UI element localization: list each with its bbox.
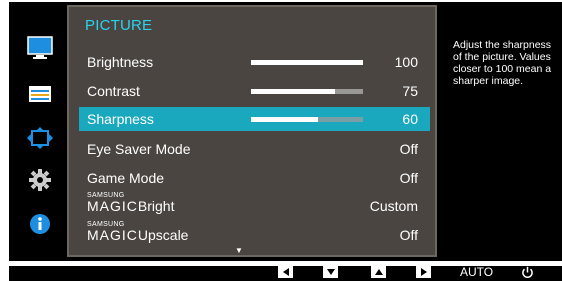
menu-item-value: Custom	[369, 198, 418, 214]
down-arrow-key-icon[interactable]	[323, 266, 338, 278]
key-guide-bar: AUTO	[9, 265, 562, 281]
menu-item-magic-upscale[interactable]: SAMSUNG MAGIC Upscale Off	[79, 221, 430, 247]
help-panel: Adjust the sharpness of the picture. Val…	[439, 5, 562, 257]
menu-item-label: Eye Saver Mode	[87, 141, 191, 157]
help-text: Adjust the sharpness of the picture. Val…	[453, 39, 552, 87]
menu-item-value: 75	[402, 83, 418, 99]
menu-item-eye-saver-mode[interactable]: Eye Saver Mode Off	[79, 137, 430, 161]
samsung-magic-logo: SAMSUNG MAGIC	[87, 192, 138, 214]
category-rail	[9, 2, 66, 261]
sharpness-slider[interactable]	[251, 117, 363, 122]
slider-fill	[251, 60, 363, 65]
information-icon[interactable]	[25, 212, 55, 236]
menu-title: PICTURE	[85, 17, 153, 34]
auto-key-label[interactable]: AUTO	[460, 265, 493, 279]
menu-item-value: 60	[402, 111, 418, 127]
power-icon[interactable]	[520, 265, 534, 279]
menu-item-game-mode[interactable]: Game Mode Off	[79, 166, 430, 190]
menu-item-value: Off	[399, 227, 418, 243]
picture-menu-panel: PICTURE Brightness 100 Contrast 75 Sharp…	[67, 5, 437, 257]
menu-item-contrast[interactable]: Contrast 75	[79, 79, 430, 103]
menu-item-value: Off	[399, 170, 418, 186]
up-arrow-key-icon[interactable]	[371, 266, 386, 278]
brightness-slider[interactable]	[251, 60, 363, 65]
slider-fill	[251, 89, 335, 94]
samsung-magic-logo: SAMSUNG MAGIC	[87, 221, 138, 243]
picture-icon[interactable]	[25, 36, 55, 60]
contrast-slider[interactable]	[251, 89, 363, 94]
onscreen-display-icon[interactable]	[25, 82, 55, 106]
menu-item-value: Off	[399, 141, 418, 157]
menu-item-label: SAMSUNG MAGIC Bright	[87, 192, 175, 214]
menu-item-sharpness[interactable]: Sharpness 60	[79, 107, 430, 131]
system-gear-icon[interactable]	[25, 168, 55, 192]
menu-item-label: SAMSUNG MAGIC Upscale	[87, 221, 189, 243]
scroll-down-indicator: ▼	[235, 246, 243, 255]
menu-item-label: Sharpness	[87, 111, 154, 127]
position-size-icon[interactable]	[25, 126, 55, 150]
menu-item-label: Brightness	[87, 54, 154, 70]
left-arrow-key-icon[interactable]	[278, 266, 293, 278]
menu-item-value: 100	[394, 54, 418, 70]
menu-item-label: Game Mode	[87, 170, 165, 186]
right-arrow-key-icon[interactable]	[416, 266, 431, 278]
menu-item-label: Contrast	[87, 83, 140, 99]
menu-item-magic-bright[interactable]: SAMSUNG MAGIC Bright Custom	[79, 192, 430, 218]
slider-fill	[251, 117, 319, 122]
menu-item-brightness[interactable]: Brightness 100	[79, 50, 430, 74]
